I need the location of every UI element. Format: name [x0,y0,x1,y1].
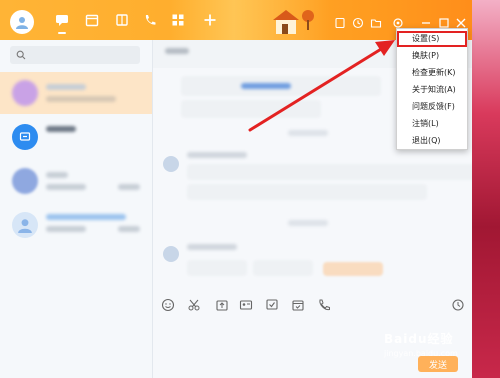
list-item[interactable] [0,204,152,246]
sender-name [187,244,237,250]
message-icon[interactable] [54,12,70,34]
avatar [12,212,38,238]
calendar-icon[interactable] [84,12,100,28]
maximize-icon[interactable] [438,14,450,28]
list-item-preview [46,96,116,102]
list-item[interactable] [0,160,152,202]
history-icon[interactable] [352,14,364,29]
apps-icon[interactable] [114,12,130,28]
house-illustration [273,10,314,34]
user-icon [18,219,32,233]
avatar [163,156,179,172]
time-divider [288,220,328,226]
message-bubble [187,260,247,276]
time-divider [288,130,328,136]
calendar-icon[interactable] [291,297,305,311]
user-icon [16,17,28,29]
list-item-title [46,214,126,220]
menu-item-check-update[interactable]: 检查更新(K) [397,65,467,81]
message-bubble [187,164,487,180]
message-bubble [181,100,321,118]
plus-icon[interactable] [202,12,218,28]
phone-icon[interactable] [317,297,331,311]
avatar [12,168,38,194]
menu-item-exit[interactable]: 退出(Q) [397,133,467,149]
avatar [12,124,38,150]
message-link [241,83,291,89]
history-icon[interactable] [451,297,465,311]
board-icon [19,132,31,141]
scissors-icon[interactable] [187,297,201,311]
list-item-title [46,172,68,178]
list-item-preview [46,226,86,232]
watermark: Baidu经验 jingyan.baidu.com [384,330,480,370]
search-icon [16,50,26,60]
list-item[interactable] [0,116,152,158]
settings-icon[interactable] [392,14,404,28]
message-bubble [187,184,427,200]
avatar [163,246,179,262]
menu-item-logout[interactable]: 注销(L) [397,116,467,132]
menu-item-about[interactable]: 关于知流(A) [397,82,467,98]
search-input[interactable] [10,46,140,64]
watermark-line1: Baidu经验 [384,332,454,346]
upload-icon[interactable] [215,297,229,311]
phone-icon[interactable] [142,12,158,28]
list-item-title [46,84,86,90]
list-item[interactable] [0,72,152,114]
list-item-preview [46,184,86,190]
conversation-sidebar [0,40,153,378]
avatar [12,80,38,106]
menu-item-feedback[interactable]: 问题反馈(F) [397,99,467,115]
message-bubble [323,262,383,276]
list-item-time [118,226,140,232]
app-window: 发送 设置(S) 换肤(P) 检查更新(K) 关于知流(A) 问题反馈(F) 注… [0,0,500,378]
menu-item-settings[interactable]: 设置(S) [397,31,467,47]
grid-icon[interactable] [170,12,186,28]
folder-icon[interactable] [370,14,382,28]
avatar[interactable] [10,10,34,34]
notebook-icon[interactable] [334,14,346,29]
emoji-icon[interactable] [161,297,175,312]
close-icon[interactable] [455,14,467,28]
list-item-title [46,126,76,132]
minimize-icon[interactable] [420,14,432,26]
watermark-line2: jingyan.baidu.com [384,349,458,358]
sender-name [187,152,247,158]
message-bubble [253,260,313,276]
desktop-background [472,0,500,378]
checkbox-message-icon[interactable] [265,297,279,311]
chat-title [165,48,189,54]
compose-toolbar [153,297,500,317]
menu-item-skin[interactable]: 换肤(P) [397,48,467,64]
contact-card-icon[interactable] [239,297,253,311]
settings-menu: 设置(S) 换肤(P) 检查更新(K) 关于知流(A) 问题反馈(F) 注销(L… [396,28,468,150]
list-item-time [118,184,140,190]
